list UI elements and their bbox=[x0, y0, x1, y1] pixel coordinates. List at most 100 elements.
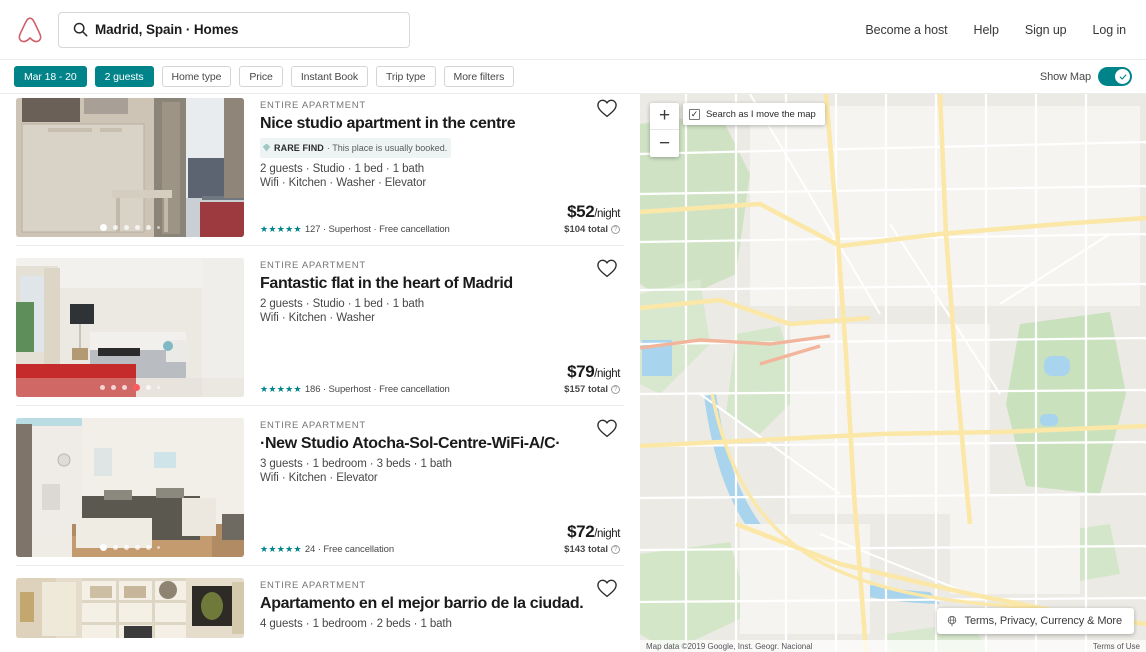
price-per-night: $79/night bbox=[564, 362, 620, 382]
listing-specs: 4 guests · 1 bedroom · 2 beds · 1 bath bbox=[260, 618, 452, 630]
listing-photo[interactable] bbox=[16, 578, 244, 638]
search-icon bbox=[69, 22, 91, 37]
carousel-dot[interactable] bbox=[100, 385, 105, 390]
show-map-label: Show Map bbox=[1039, 70, 1091, 83]
listing-title[interactable]: Fantastic flat in the heart of Madrid bbox=[260, 275, 624, 293]
filter-chip-price[interactable]: Price bbox=[239, 66, 283, 87]
listing-price-block: $52/night $104 total ? bbox=[564, 202, 620, 235]
filter-chip-guests[interactable]: 2 guests bbox=[94, 66, 154, 87]
nav-log-in[interactable]: Log in bbox=[1093, 23, 1127, 37]
listing-price-block: $72/night $143 total ? bbox=[564, 522, 620, 555]
carousel-dot[interactable] bbox=[100, 544, 107, 551]
zoom-out-button[interactable]: − bbox=[650, 130, 679, 157]
nav-help[interactable]: Help bbox=[974, 23, 999, 37]
carousel-dot[interactable] bbox=[157, 226, 160, 229]
price-total-row: $143 total ? bbox=[564, 544, 620, 555]
listing-photo[interactable] bbox=[16, 258, 244, 397]
search-as-i-move-label: Search as I move the map bbox=[706, 108, 816, 120]
filter-chip-dates[interactable]: Mar 18 - 20 bbox=[14, 66, 87, 87]
rating-stars: ★★★★★ bbox=[260, 224, 302, 234]
listing-amenities: Wifi · Kitchen · Elevator bbox=[260, 472, 378, 484]
search-as-i-move-control[interactable]: ✓ Search as I move the map bbox=[683, 103, 825, 125]
site-header: Madrid, Spain · Homes Become a host Help… bbox=[0, 0, 1146, 60]
diamond-icon bbox=[262, 139, 271, 157]
price-total-text: $157 total bbox=[564, 384, 608, 395]
nav-become-a-host[interactable]: Become a host bbox=[865, 23, 947, 37]
listing-title[interactable]: Nice studio apartment in the centre bbox=[260, 115, 624, 133]
save-to-wishlist-heart-icon[interactable] bbox=[596, 418, 620, 442]
carousel-dot[interactable] bbox=[135, 545, 140, 550]
filter-chip-more-filters[interactable]: More filters bbox=[443, 66, 515, 87]
filter-chip-trip-type[interactable]: Trip type bbox=[375, 66, 436, 87]
search-input[interactable]: Madrid, Spain · Homes bbox=[58, 11, 410, 48]
filter-chip-instant-book[interactable]: Instant Book bbox=[290, 66, 368, 87]
listing-title[interactable]: ·New Studio Atocha-Sol-Centre-WiFi-A/C· bbox=[260, 435, 624, 453]
carousel-dot[interactable] bbox=[111, 385, 116, 390]
save-to-wishlist-heart-icon[interactable] bbox=[596, 98, 620, 122]
terms-privacy-currency-button[interactable]: Terms, Privacy, Currency & More bbox=[936, 608, 1134, 634]
listing-card[interactable]: ENTIRE APARTMENT Nice studio apartment i… bbox=[16, 94, 624, 246]
listing-photo[interactable] bbox=[16, 98, 244, 237]
map-zoom-controls[interactable]: + − bbox=[650, 103, 679, 157]
review-count-text: 186 · Superhost · Free cancellation bbox=[304, 384, 450, 395]
carousel-dot[interactable] bbox=[124, 545, 129, 550]
price-per-night: $72/night bbox=[564, 522, 620, 542]
rating-stars: ★★★★★ bbox=[260, 544, 302, 554]
carousel-dot[interactable] bbox=[157, 386, 160, 389]
show-map-toggle[interactable] bbox=[1098, 67, 1132, 86]
carousel-dot[interactable] bbox=[146, 545, 151, 550]
price-total-row: $104 total ? bbox=[564, 224, 620, 235]
carousel-dot[interactable] bbox=[113, 545, 118, 550]
listing-photo[interactable] bbox=[16, 418, 244, 557]
info-question-icon[interactable]: ? bbox=[611, 545, 620, 554]
listing-card[interactable]: ENTIRE APARTMENT Apartamento en el mejor… bbox=[16, 566, 624, 646]
photo-carousel-dots[interactable] bbox=[16, 384, 244, 391]
info-question-icon[interactable]: ? bbox=[611, 225, 620, 234]
save-to-wishlist-heart-icon[interactable] bbox=[596, 578, 620, 602]
price-unit: /night bbox=[594, 368, 620, 381]
carousel-dot[interactable] bbox=[100, 224, 107, 231]
photo-carousel-dots[interactable] bbox=[16, 224, 244, 231]
listing-amenities: Wifi · Kitchen · Washer bbox=[260, 312, 375, 324]
carousel-dot[interactable] bbox=[146, 225, 151, 230]
search-query-text: Madrid, Spain · Homes bbox=[95, 22, 239, 37]
carousel-dot[interactable] bbox=[124, 225, 129, 230]
listing-card[interactable]: ENTIRE APARTMENT Fantastic flat in the h… bbox=[16, 246, 624, 406]
listing-amenities: Wifi · Kitchen · Washer · Elevator bbox=[260, 177, 427, 189]
filter-chip-home-type[interactable]: Home type bbox=[161, 66, 232, 87]
rare-find-label: RARE FIND bbox=[274, 143, 324, 153]
carousel-dot[interactable] bbox=[122, 385, 127, 390]
price-amount: $72 bbox=[567, 522, 595, 542]
save-to-wishlist-heart-icon[interactable] bbox=[596, 258, 620, 282]
listing-type: ENTIRE APARTMENT bbox=[260, 100, 366, 111]
listing-info: ENTIRE APARTMENT ·New Studio Atocha-Sol-… bbox=[244, 418, 624, 557]
search-results-list[interactable]: ENTIRE APARTMENT Nice studio apartment i… bbox=[0, 94, 640, 652]
carousel-dot[interactable] bbox=[133, 384, 140, 391]
header-nav: Become a host Help Sign up Log in bbox=[865, 23, 1132, 37]
listing-footer: ★★★★★ 186 · Superhost · Free cancellatio… bbox=[260, 362, 620, 395]
info-question-icon[interactable]: ? bbox=[611, 385, 620, 394]
price-unit: /night bbox=[594, 208, 620, 221]
carousel-dot[interactable] bbox=[135, 225, 140, 230]
rare-find-badge: RARE FIND · This place is usually booked… bbox=[260, 138, 452, 158]
rating-stars: ★★★★★ bbox=[260, 384, 302, 394]
price-total-row: $157 total ? bbox=[564, 384, 620, 395]
search-as-i-move-checkbox[interactable]: ✓ bbox=[689, 108, 700, 120]
map-attribution: Map data ©2019 Google, Inst. Geogr. Naci… bbox=[640, 640, 1146, 652]
price-per-night: $52/night bbox=[564, 202, 620, 222]
map-panel[interactable]: GAZTAMBIDE CHAMBERÍ RAFAL SALAMANCA RES … bbox=[640, 94, 1146, 652]
carousel-dot[interactable] bbox=[113, 225, 118, 230]
photo-carousel-dots[interactable] bbox=[16, 544, 244, 551]
price-total-text: $104 total bbox=[564, 224, 608, 235]
carousel-dot[interactable] bbox=[157, 546, 160, 549]
globe-icon bbox=[946, 615, 958, 627]
airbnb-search-page: Madrid, Spain · Homes Become a host Help… bbox=[0, 0, 1146, 652]
carousel-dot[interactable] bbox=[146, 385, 151, 390]
zoom-in-button[interactable]: + bbox=[650, 103, 679, 130]
nav-sign-up[interactable]: Sign up bbox=[1025, 23, 1067, 37]
listing-card[interactable]: ENTIRE APARTMENT ·New Studio Atocha-Sol-… bbox=[16, 406, 624, 566]
map-attribution-right[interactable]: Terms of Use bbox=[1093, 642, 1140, 651]
toggle-knob bbox=[1115, 69, 1130, 84]
airbnb-logo-icon[interactable] bbox=[14, 13, 46, 47]
listing-title[interactable]: Apartamento en el mejor barrio de la ciu… bbox=[260, 595, 624, 613]
